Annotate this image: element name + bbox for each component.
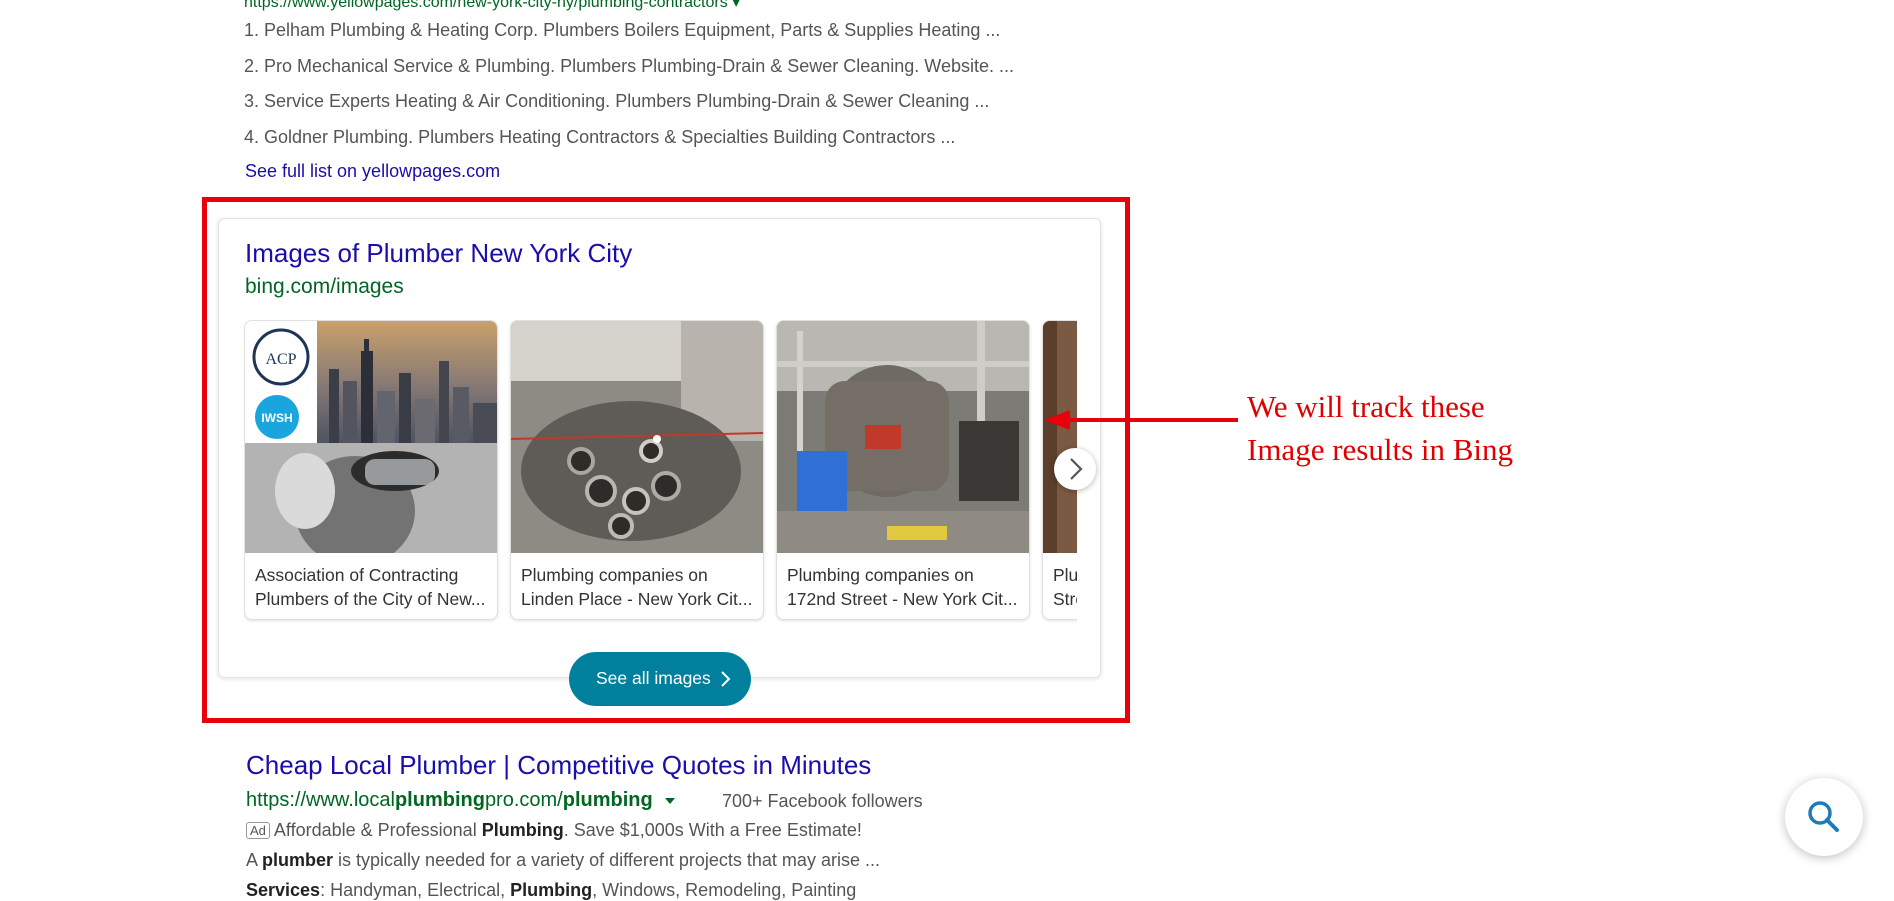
ad-url[interactable]: https://www.localplumbingpro.com/plumbin… (246, 789, 676, 812)
highlight-box (202, 197, 1130, 723)
ad-badge: Ad (246, 822, 270, 839)
search-icon (1808, 801, 1839, 832)
ad-snippet: A plumber is typically needed for a vari… (246, 850, 880, 870)
list-item: 2. Pro Mechanical Service & Plumbing. Pl… (244, 56, 1015, 76)
ad-services: Services: Handyman, Electrical, Plumbing… (246, 880, 857, 900)
floating-search-button[interactable] (1785, 778, 1863, 856)
list-item: 4. Goldner Plumbing. Plumbers Heating Co… (244, 127, 956, 147)
dropdown-caret-icon[interactable] (664, 796, 676, 806)
result-url[interactable]: https://www.yellowpages.com/new-york-cit… (244, 0, 740, 12)
ad-title-link[interactable]: Cheap Local Plumber | Competitive Quotes… (246, 750, 871, 781)
list-item: 3. Service Experts Heating & Air Conditi… (244, 91, 990, 111)
ad-followers: 700+ Facebook followers (722, 791, 923, 811)
annotation-text: We will track these Image results in Bin… (1247, 389, 1514, 467)
ad-description: Ad Affordable & Professional Plumbing. Sa… (246, 820, 862, 841)
annotation-arrow (1044, 410, 1238, 430)
list-item: 1. Pelham Plumbing & Heating Corp. Plumb… (244, 20, 1001, 40)
see-full-list-link[interactable]: See full list on yellowpages.com (245, 161, 500, 182)
